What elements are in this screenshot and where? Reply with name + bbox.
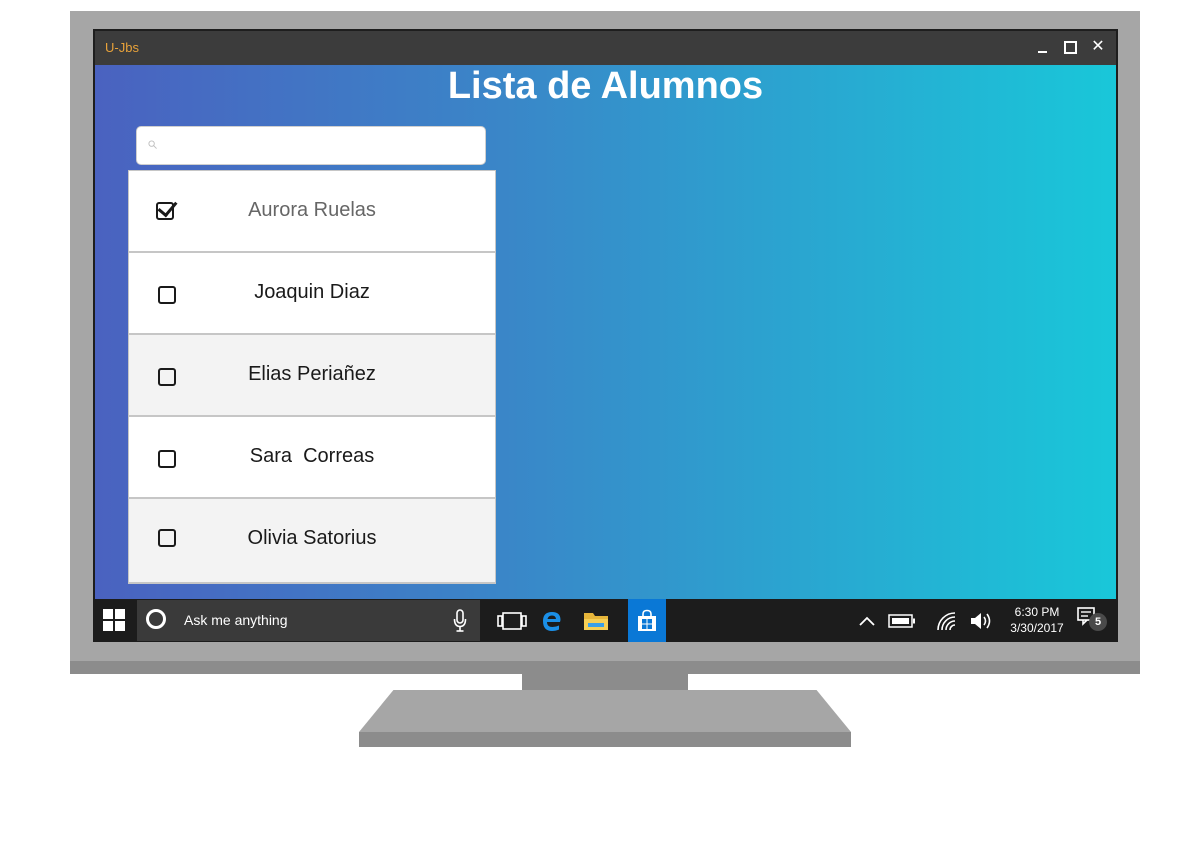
battery-icon[interactable] xyxy=(887,599,917,642)
student-item[interactable]: Elias Periañez xyxy=(129,335,495,417)
monitor-chin xyxy=(70,661,1140,674)
store-icon[interactable] xyxy=(628,599,666,642)
search-box[interactable] xyxy=(136,126,486,165)
student-list: Aurora Ruelas Joaquin Diaz Elias Periañe… xyxy=(128,170,496,584)
maximize-button[interactable] xyxy=(1058,35,1082,59)
volume-icon[interactable] xyxy=(967,599,997,642)
student-item[interactable]: Aurora Ruelas xyxy=(129,171,495,253)
close-icon: ✕ xyxy=(1091,38,1105,55)
window-titlebar[interactable]: U-Jbs ✕ xyxy=(95,31,1116,65)
page-title: Lista de Alumnos xyxy=(447,65,764,107)
edge-icon[interactable] xyxy=(533,599,571,642)
notification-count-badge: 5 xyxy=(1089,613,1107,631)
cortana-search-box[interactable]: Ask me anything xyxy=(137,600,480,641)
screen: U-Jbs ✕ Lista de Alumnos Aurora Ruelas J… xyxy=(93,29,1118,642)
app-title: U-Jbs xyxy=(105,40,139,55)
taskbar-clock[interactable]: 6:30 PM 3/30/2017 xyxy=(1001,604,1073,636)
chevron-up-icon[interactable] xyxy=(853,599,881,642)
clock-date: 3/30/2017 xyxy=(1010,621,1064,635)
search-icon xyxy=(148,140,157,149)
student-item[interactable]: Sara Correas xyxy=(129,417,495,499)
start-button[interactable] xyxy=(93,599,137,642)
file-explorer-icon[interactable] xyxy=(577,599,615,642)
monitor-stand-base xyxy=(359,690,851,732)
cortana-placeholder: Ask me anything xyxy=(184,612,288,628)
clock-time: 6:30 PM xyxy=(1014,605,1060,619)
windows-logo-icon xyxy=(103,609,125,631)
minimize-button[interactable] xyxy=(1030,35,1054,59)
notification-icon[interactable]: 5 xyxy=(1073,599,1113,642)
cortana-icon xyxy=(146,609,166,629)
microphone-icon[interactable] xyxy=(452,609,468,633)
search-input[interactable] xyxy=(167,132,476,159)
student-name: Joaquin Diaz xyxy=(254,281,370,303)
student-name: Sara Correas xyxy=(249,445,375,467)
student-name: Olivia Satorius xyxy=(247,527,377,549)
minimize-icon xyxy=(1037,51,1047,53)
monitor-stand-foot xyxy=(359,732,851,747)
student-item[interactable]: Joaquin Diaz xyxy=(129,253,495,335)
student-item[interactable]: Olivia Satorius xyxy=(129,499,495,582)
close-button[interactable]: ✕ xyxy=(1086,35,1110,59)
student-name: Elias Periañez xyxy=(248,363,376,385)
wifi-icon[interactable] xyxy=(933,599,961,642)
student-name: Aurora Ruelas xyxy=(248,199,376,221)
task-view-icon[interactable] xyxy=(493,599,531,642)
maximize-icon xyxy=(1063,40,1077,54)
app-body: Lista de Alumnos Aurora Ruelas Joaquin D… xyxy=(95,65,1116,599)
taskbar: Ask me anything 6:30 PM 3/30/2017 5 xyxy=(93,599,1118,642)
